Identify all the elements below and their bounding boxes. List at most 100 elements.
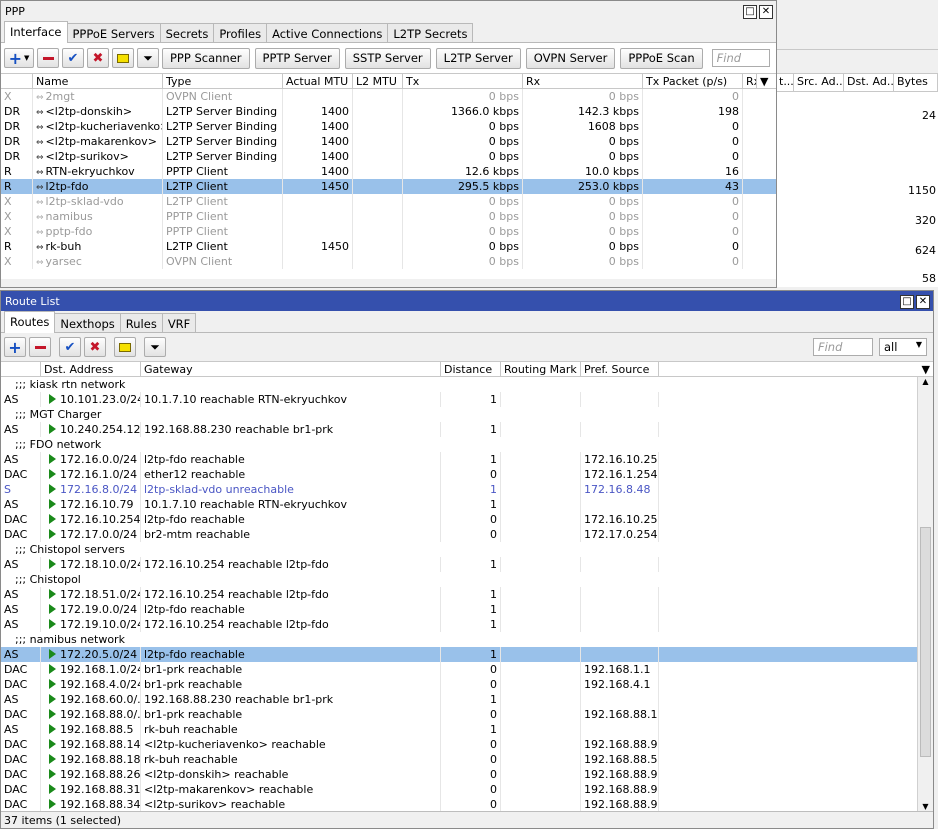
scroll-down-icon[interactable]: ▼ (918, 802, 933, 811)
comment-row[interactable]: ;;; Chistopol servers (1, 542, 917, 557)
col-header-dst-address[interactable]: Dst. Address (41, 362, 141, 376)
columns-menu-icon[interactable]: ▼ (757, 74, 775, 88)
ovpn-server-button[interactable]: OVPN Server (525, 47, 616, 69)
maximize-icon[interactable]: □ (900, 294, 914, 309)
ppp-scanner-button[interactable]: PPP Scanner (162, 47, 250, 69)
add-button[interactable]: + ▼ (4, 48, 34, 68)
table-row[interactable]: DAC 192.168.88.31 <l2tp-makarenkov> reacha… (1, 782, 917, 797)
table-row[interactable]: DAC 192.168.88.18 rk-buh reachable 0 192.168… (1, 752, 917, 767)
close-icon[interactable]: ✕ (759, 4, 773, 19)
close-icon[interactable]: ✕ (916, 294, 930, 309)
col-header-tx-packet[interactable]: Tx Packet (p/s) (643, 74, 743, 88)
col-header-rx-packet[interactable]: Rx (743, 74, 757, 88)
bg-col-header[interactable]: Bytes (894, 74, 938, 91)
pptp-server-button[interactable]: PPTP Server (254, 47, 340, 69)
tab-nexthops[interactable]: Nexthops (54, 313, 121, 332)
scrollbar-thumb[interactable] (920, 527, 931, 757)
filter-button[interactable]: ⏷ (137, 48, 159, 68)
table-row[interactable]: AS 10.101.23.0/24 10.1.7.10 reachable RTN-… (1, 392, 917, 407)
col-header-distance[interactable]: Distance (441, 362, 501, 376)
table-row[interactable]: AS 192.168.88.5 rk-buh reachable 1 (1, 722, 917, 737)
bg-col-header[interactable]: Src. Ad... (794, 74, 844, 91)
ppp-find-input[interactable]: Find (711, 49, 770, 67)
remove-button[interactable] (29, 337, 51, 357)
comment-button[interactable] (112, 48, 134, 68)
col-header-type[interactable]: Type (163, 74, 283, 88)
col-header-name[interactable]: Name (33, 74, 163, 88)
table-row[interactable]: X ⇔ pptp-fdo PPTP Client 0 bps 0 bps 0 (1, 224, 776, 239)
route-find-input[interactable]: Find (813, 338, 873, 356)
table-row[interactable]: DR ⇔ <l2tp-kucheriavenko> L2TP Server Bindi… (1, 119, 776, 134)
table-row[interactable]: DAC 172.17.0.0/24 br2-mtm reachable 0 172.17… (1, 527, 917, 542)
table-row[interactable]: DR ⇔ <l2tp-surikov> L2TP Server Binding 1400… (1, 149, 776, 164)
tab-routes[interactable]: Routes (4, 311, 56, 333)
col-header-l2-mtu[interactable]: L2 MTU (353, 74, 403, 88)
tab-profiles[interactable]: Profiles (213, 23, 268, 42)
enable-button[interactable]: ✔ (59, 337, 81, 357)
col-header-flags[interactable] (1, 74, 33, 88)
col-header-routing-mark[interactable]: Routing Mark (501, 362, 581, 376)
scroll-up-icon[interactable]: ▲ (918, 377, 933, 386)
bg-col-header[interactable]: Dst. Ad... (844, 74, 894, 91)
col-header-pref-source[interactable]: Pref. Source (581, 362, 659, 376)
table-row[interactable]: DAC 192.168.88.34 <l2tp-surikov> reachable… (1, 797, 917, 811)
col-header-actual-mtu[interactable]: Actual MTU (283, 74, 353, 88)
maximize-icon[interactable]: □ (743, 4, 757, 19)
tab-interface[interactable]: Interface (4, 21, 68, 43)
table-row[interactable]: DAC 192.168.4.0/24 br1-prk reachable 0 192.1… (1, 677, 917, 692)
route-scrollbar[interactable]: ▲ ▼ (917, 377, 933, 811)
disable-button[interactable]: ✖ (87, 48, 109, 68)
table-row[interactable]: R ⇔ RTN-ekryuchkov PPTP Client 1400 12.6 kbps… (1, 164, 776, 179)
comment-row[interactable]: ;;; MGT Charger (1, 407, 917, 422)
columns-menu-icon[interactable]: ▼ (659, 362, 933, 376)
table-row[interactable]: R ⇔ l2tp-fdo L2TP Client 1450 295.5 kbps 253.0… (1, 179, 776, 194)
table-row[interactable]: DR ⇔ <l2tp-donskih> L2TP Server Binding 1400… (1, 104, 776, 119)
col-header-gateway[interactable]: Gateway (141, 362, 441, 376)
table-row[interactable]: X ⇔ l2tp-sklad-vdo L2TP Client 0 bps 0 bps 0 (1, 194, 776, 209)
tab-vrf[interactable]: VRF (161, 313, 197, 332)
col-header-rx[interactable]: Rx (523, 74, 643, 88)
add-button[interactable]: + (4, 337, 26, 357)
table-row[interactable]: AS 172.18.10.0/24 172.16.10.254 reachable … (1, 557, 917, 572)
sstp-server-button[interactable]: SSTP Server (344, 47, 431, 69)
table-row[interactable]: DAC 192.168.1.0/24 br1-prk reachable 0 192.1… (1, 662, 917, 677)
tab-active-connections[interactable]: Active Connections (266, 23, 389, 42)
filter-select[interactable]: all ▼ (879, 338, 927, 356)
table-row[interactable]: DR ⇔ <l2tp-makarenkov> L2TP Server Binding 1… (1, 134, 776, 149)
col-header-flags[interactable] (1, 362, 41, 376)
tab-pppoe-servers[interactable]: PPPoE Servers (66, 23, 161, 42)
tab-l2tp-secrets[interactable]: L2TP Secrets (387, 23, 474, 42)
filter-button[interactable]: ⏷ (144, 337, 166, 357)
tab-secrets[interactable]: Secrets (159, 23, 215, 42)
table-row[interactable]: X ⇔ 2mgt OVPN Client 0 bps 0 bps 0 (1, 89, 776, 104)
table-row[interactable]: X ⇔ namibus PPTP Client 0 bps 0 bps 0 (1, 209, 776, 224)
bg-col-header[interactable]: t... (776, 74, 794, 91)
table-row[interactable]: DAC 192.168.88.0/... br1-prk reachable 0 192… (1, 707, 917, 722)
table-row[interactable]: AS 172.19.0.0/24 l2tp-fdo reachable 1 (1, 602, 917, 617)
table-row[interactable]: DAC 192.168.88.14 <l2tp-kucheriavenko> rea… (1, 737, 917, 752)
table-row[interactable]: AS 172.18.51.0/24 172.16.10.254 reachable … (1, 587, 917, 602)
comment-button[interactable] (114, 337, 136, 357)
table-row[interactable]: AS 172.20.5.0/24 l2tp-fdo reachable 1 (1, 647, 917, 662)
table-row[interactable]: DAC 172.16.1.0/24 ether12 reachable 0 172.16… (1, 467, 917, 482)
enable-button[interactable]: ✔ (62, 48, 84, 68)
disable-button[interactable]: ✖ (84, 337, 106, 357)
pppoe-scan-button[interactable]: PPPoE Scan (620, 47, 703, 69)
tab-rules[interactable]: Rules (119, 313, 163, 332)
table-row[interactable]: X ⇔ yarsec OVPN Client 0 bps 0 bps 0 (1, 254, 776, 269)
table-row[interactable]: S 172.16.8.0/24 l2tp-sklad-vdo unreachable… (1, 482, 917, 497)
comment-row[interactable]: ;;; Chistopol (1, 572, 917, 587)
col-header-tx[interactable]: Tx (403, 74, 523, 88)
table-row[interactable]: AS 172.16.0.0/24 l2tp-fdo reachable 1 172.16… (1, 452, 917, 467)
table-row[interactable]: DAC 172.16.10.254 l2tp-fdo reachable 0 172.1… (1, 512, 917, 527)
comment-row[interactable]: ;;; kiask rtn network (1, 377, 917, 392)
table-row[interactable]: AS 172.19.10.0/24 172.16.10.254 reachable … (1, 617, 917, 632)
comment-row[interactable]: ;;; FDO network (1, 437, 917, 452)
remove-button[interactable] (37, 48, 59, 68)
table-row[interactable]: AS 172.16.10.79 10.1.7.10 reachable RTN-ek… (1, 497, 917, 512)
l2tp-server-button[interactable]: L2TP Server (435, 47, 521, 69)
table-row[interactable]: AS 10.240.254.121 192.168.88.230 reachable… (1, 422, 917, 437)
table-row[interactable]: AS 192.168.60.0/... 192.168.88.230 reachab… (1, 692, 917, 707)
table-row[interactable]: DAC 192.168.88.26 <l2tp-donskih> reachable… (1, 767, 917, 782)
table-row[interactable]: R ⇔ rk-buh L2TP Client 1450 0 bps 0 bps 0 (1, 239, 776, 254)
